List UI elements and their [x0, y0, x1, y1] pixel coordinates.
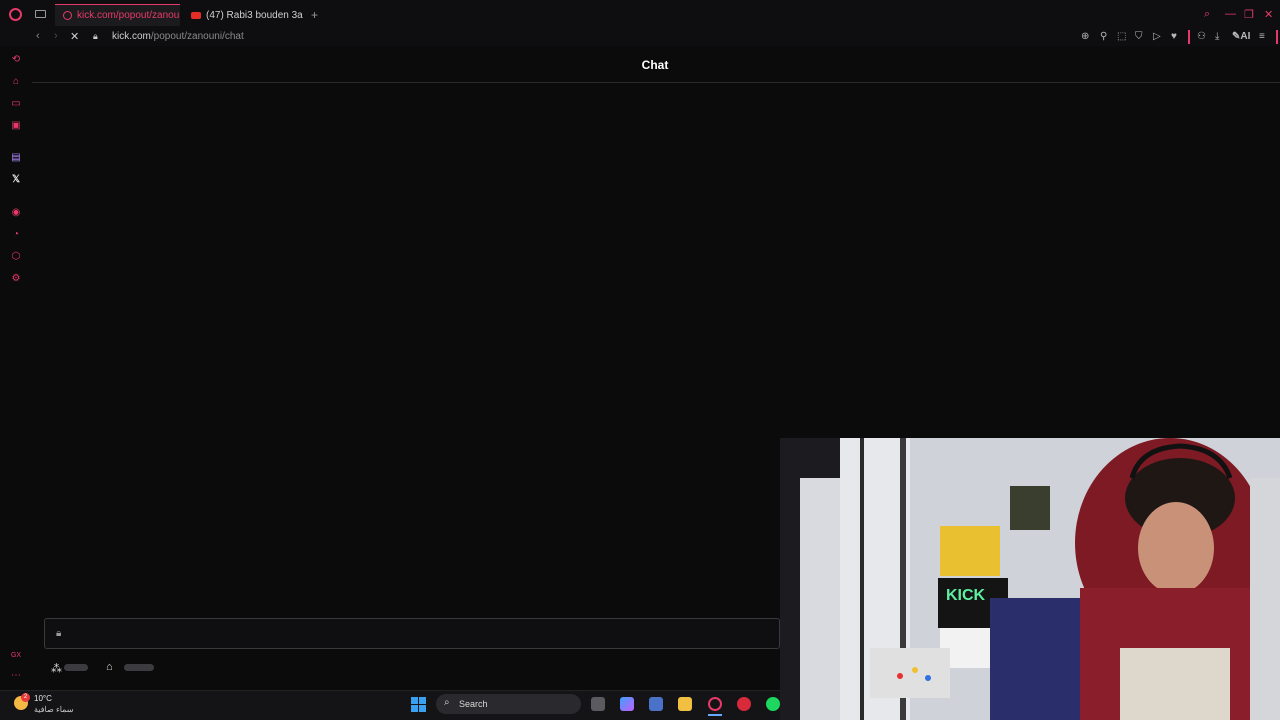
page-title: Chat	[641, 58, 669, 72]
search-label: Search	[459, 699, 488, 709]
zoom-icon[interactable]: ⊕	[1081, 31, 1089, 42]
twitch-icon[interactable]: ▤	[10, 152, 22, 164]
restore-icon[interactable]: ❐	[1244, 8, 1254, 21]
taskbar-search[interactable]	[436, 694, 581, 714]
new-tab-button[interactable]: +	[311, 8, 318, 22]
active-app-indicator	[708, 714, 722, 716]
news-icon[interactable]: ▣	[10, 120, 22, 132]
back-icon[interactable]: ‹	[36, 30, 40, 42]
gx-label[interactable]: GX	[10, 650, 22, 662]
store-app-icon[interactable]	[649, 697, 663, 711]
weather-temperature: 10°C	[34, 694, 52, 703]
app-icon[interactable]	[737, 697, 751, 711]
heart-icon[interactable]: ♥	[1171, 31, 1177, 42]
close-icon[interactable]: ✕	[1264, 8, 1273, 21]
menu-icon[interactable]: ≡	[1259, 31, 1265, 42]
history-icon[interactable]: ◔	[10, 229, 22, 241]
speed-dial-icon[interactable]: ⟲	[10, 54, 22, 66]
url-path: /popout/zanouni/chat	[150, 31, 244, 42]
weather-description: سماء صافية	[34, 705, 74, 714]
pin-icon[interactable]: ⚲	[1100, 31, 1107, 42]
opera-gx-app-icon[interactable]	[708, 697, 722, 711]
messages-icon[interactable]: ▭	[10, 98, 22, 110]
taskbar	[0, 690, 780, 720]
extensions-icon[interactable]: ⬡	[10, 251, 22, 263]
settings-icon[interactable]: ⚙	[10, 273, 22, 285]
loading-placeholder	[124, 664, 154, 671]
youtube-favicon-icon	[191, 11, 201, 19]
copilot-icon[interactable]	[620, 697, 634, 711]
ai-label: AI	[1240, 31, 1251, 42]
loading-favicon-icon	[63, 11, 72, 20]
x-twitter-icon[interactable]: 𝕏	[10, 174, 22, 186]
chat-input-field[interactable]	[44, 618, 780, 649]
task-view-icon[interactable]	[591, 697, 605, 711]
search-icon: ⌕	[444, 697, 450, 708]
more-icon[interactable]: ⋯	[10, 670, 22, 682]
opera-logo-icon[interactable]	[9, 8, 22, 21]
download-icon[interactable]: ⤓	[1215, 31, 1219, 42]
file-explorer-icon[interactable]	[678, 697, 692, 711]
spotify-icon[interactable]	[766, 697, 780, 711]
notification-badge: 2	[21, 693, 30, 702]
windows-logo-icon	[411, 697, 426, 712]
tab-menu-icon[interactable]	[35, 10, 46, 18]
windows-start-icon[interactable]	[411, 697, 426, 712]
emote-icon[interactable]: ⁂	[51, 662, 62, 675]
tab-title: kick.com/popout/zanouni/	[77, 10, 180, 21]
webcam-scene-image: KICK	[780, 438, 1280, 720]
toolbar-divider	[1188, 30, 1190, 44]
forward-icon[interactable]: ›	[54, 30, 58, 42]
player-icon[interactable]: ◉	[10, 207, 22, 219]
snapshot-icon[interactable]: ⬚	[1117, 31, 1126, 42]
toolbar-edge	[1276, 30, 1278, 44]
tab-youtube[interactable]: (47) Rabi3 bouden 3asba	[183, 4, 303, 26]
shield-icon[interactable]: ⛉	[1135, 31, 1143, 42]
store-icon[interactable]: ⌂	[106, 661, 113, 673]
webcam-overlay: KICK	[780, 438, 1280, 720]
search-tabs-icon[interactable]: ⌕	[1204, 8, 1210, 21]
tab-kick-chat[interactable]: kick.com/popout/zanouni/	[55, 4, 180, 26]
bag-icon[interactable]: ⌂	[10, 76, 22, 88]
svg-text:KICK: KICK	[946, 587, 986, 604]
ai-button[interactable]: ✎AI	[1232, 31, 1250, 42]
lock-icon: 🔒︎	[56, 628, 62, 639]
stop-loading-icon[interactable]: ✕	[70, 30, 79, 43]
minimize-icon[interactable]: —	[1225, 8, 1236, 20]
profile-icon[interactable]: ⚇	[1197, 31, 1206, 42]
sidebar: ⟲ ⌂ ▭ ▣ ▤ 𝕏 ◉ ◔ ⬡ ⚙ GX ⋯	[0, 46, 32, 690]
lock-icon[interactable]: 🔒︎	[93, 31, 98, 42]
play-icon[interactable]: ▷	[1153, 31, 1161, 42]
url-field[interactable]: kick.com/popout/zanouni/chat	[112, 31, 244, 42]
tab-title: (47) Rabi3 bouden 3asba	[206, 9, 303, 21]
loading-placeholder	[64, 664, 88, 671]
url-host: kick.com	[112, 31, 151, 42]
